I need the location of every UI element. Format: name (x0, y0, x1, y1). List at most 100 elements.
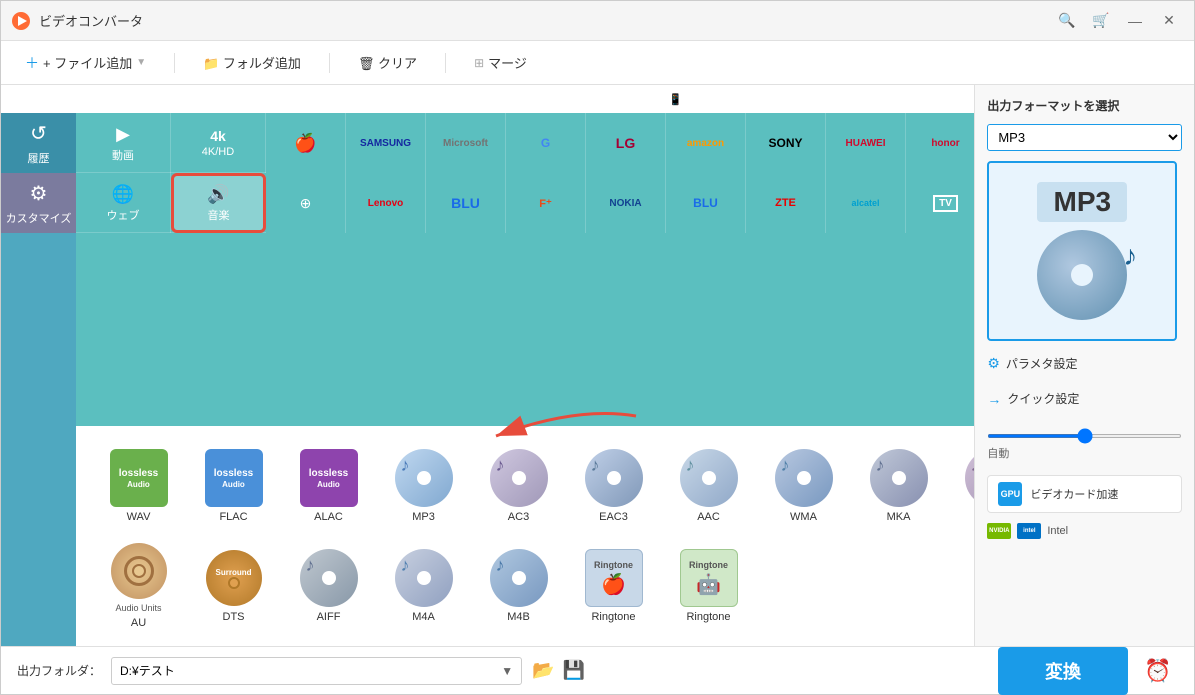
brand-microsoft[interactable]: Microsoft (426, 113, 506, 173)
device-tab-label: デバイスを選択する (686, 91, 794, 108)
params-btn[interactable]: ⚙ パラメタ設定 (987, 351, 1182, 376)
mka-label: MKA (887, 511, 911, 523)
path-dropdown-arrow[interactable]: ▼ (501, 664, 513, 678)
cat-4k[interactable]: 4k 4K/HD (171, 113, 266, 173)
microsoft-logo: Microsoft (443, 138, 488, 149)
format-flac[interactable]: lossless Audio FLAC (186, 436, 281, 536)
device-tab-select[interactable]: 📱 デバイスを選択する (488, 85, 974, 113)
format-wma[interactable]: ♪ WMA (756, 436, 851, 536)
alac-icon: lossless Audio (300, 449, 358, 507)
aiff-icon: ♪ (300, 549, 358, 607)
brand-blu2[interactable]: BLU (666, 173, 746, 233)
clear-label: 🗑 クリア (358, 53, 417, 72)
brand-samsung[interactable]: SAMSUNG (346, 113, 426, 173)
brand-apple[interactable]: 🍎 (266, 113, 346, 173)
output-path-input[interactable] (120, 664, 501, 678)
flac-label: FLAC (219, 511, 247, 523)
aiff-label: AIFF (317, 611, 341, 623)
quick-btn[interactable]: → クイック設定 (987, 386, 1182, 411)
brand-lenovo[interactable]: Lenovo (346, 173, 426, 233)
mp3-preview: MP3 ♪ (1037, 182, 1127, 320)
format-categories: ▶ 動画 4k 4K/HD 🍎 SAMSUNG Micr (76, 113, 974, 426)
brand-lg[interactable]: LG (586, 113, 666, 173)
cat-music[interactable]: 🔊 音楽 (171, 173, 266, 233)
ogg-icon: ♪ (965, 449, 975, 507)
search-button[interactable]: 🔍 (1052, 9, 1082, 33)
convert-button[interactable]: 変換 (998, 647, 1128, 695)
gpu-label: ビデオカード加速 (1030, 486, 1118, 502)
google-logo: G (541, 136, 550, 150)
minimize-button[interactable]: — (1120, 9, 1150, 33)
video-icon: ▶ (116, 124, 130, 145)
cat-video[interactable]: ▶ 動画 (76, 113, 171, 173)
folder-open-icon[interactable]: 📂 (532, 660, 554, 681)
tv-logo: TV (933, 195, 958, 212)
nvidia-icon: NVIDIA (987, 523, 1011, 539)
brand-zte[interactable]: ZTE (746, 173, 826, 233)
brand-alcatel[interactable]: alcatel (826, 173, 906, 233)
format-au[interactable]: Audio Units AU (91, 536, 186, 636)
brand-fplus[interactable]: F⁺ (506, 173, 586, 233)
format-aiff[interactable]: ♪ AIFF (281, 536, 376, 636)
quality-slider[interactable] (987, 434, 1182, 438)
nav-history[interactable]: ↺ 履歴 (1, 113, 76, 173)
cart-button[interactable]: 🛒 (1086, 9, 1116, 33)
brand-huawei[interactable]: HUAWEI (826, 113, 906, 173)
quick-icon: → (987, 391, 1001, 407)
brand-amazon[interactable]: amazon (666, 113, 746, 173)
format-selector[interactable]: MP3 AAC FLAC WAV M4A (987, 124, 1182, 151)
format-eac3[interactable]: ♪ EAC3 (566, 436, 661, 536)
clear-button[interactable]: 🗑 クリア (350, 49, 425, 76)
format-tab-select[interactable]: ⊞ 形式を選択する (1, 85, 488, 113)
nav-customize[interactable]: ⚙ カスタマイズ (1, 173, 76, 233)
brand-sony[interactable]: SONY (746, 113, 826, 173)
merge-label: マージ (488, 53, 527, 72)
huawei-logo: HUAWEI (846, 138, 886, 149)
right-panel-title: 出力フォーマットを選択 (987, 97, 1182, 114)
m4b-icon: ♪ (490, 549, 548, 607)
aac-label: AAC (697, 511, 720, 523)
format-m4a[interactable]: ♪ M4A (376, 536, 471, 636)
brand-nokia[interactable]: NOKIA (586, 173, 666, 233)
format-ringtone-android[interactable]: Ringtone 🤖 Ringtone (661, 536, 756, 636)
left-panel: ⊞ 形式を選択する 📱 デバイスを選択する ↺ 履歴 ⚙ (1, 85, 974, 646)
format-m4b[interactable]: ♪ M4B (471, 536, 566, 636)
merge-button[interactable]: ⊞ マージ (466, 49, 535, 76)
format-ac3[interactable]: ♪ AC3 (471, 436, 566, 536)
format-ringtone-ios[interactable]: Ringtone 🍎 Ringtone (566, 536, 661, 636)
mp3-disc (1037, 230, 1127, 320)
brand-blu[interactable]: BLU (426, 173, 506, 233)
format-aac[interactable]: ♪ AAC (661, 436, 756, 536)
format-dropdown[interactable]: MP3 AAC FLAC WAV M4A (988, 125, 1181, 150)
folder-save-icon[interactable]: 💾 (563, 660, 585, 681)
alac-label: ALAC (314, 511, 343, 523)
intel-icon: intel (1017, 523, 1041, 539)
amazon-logo: amazon (687, 138, 724, 149)
format-wav[interactable]: lossless Audio WAV (91, 436, 186, 536)
format-mp3[interactable]: ♪ MP3 (376, 436, 471, 536)
mp3-note-icon: ♪ (1123, 240, 1137, 272)
mp3-icon: ♪ (395, 449, 453, 507)
gpu-acceleration-btn[interactable]: GPU ビデオカード加速 (987, 475, 1182, 513)
format-dts[interactable]: Surround DTS (186, 536, 281, 636)
title-bar: ビデオコンバータ 🔍 🛒 — ✕ (1, 1, 1194, 41)
format-mka[interactable]: ♪ MKA (851, 436, 946, 536)
close-button[interactable]: ✕ (1154, 9, 1184, 33)
moto-logo: ⊕ (300, 195, 312, 212)
dropdown-arrow[interactable]: ▼ (136, 57, 146, 68)
brand-honor[interactable]: honor (906, 113, 974, 173)
format-alac[interactable]: lossless Audio ALAC (281, 436, 376, 536)
format-ogg[interactable]: ♪ OGG (946, 436, 974, 536)
alarm-button[interactable]: ⏰ (1138, 651, 1178, 691)
brand-moto[interactable]: ⊕ (266, 173, 346, 233)
cat-web[interactable]: 🌐 ウェブ (76, 173, 171, 233)
brand-google[interactable]: G (506, 113, 586, 173)
music-label: 音楽 (208, 207, 230, 223)
add-file-button[interactable]: ＋ + ファイル追加 ▼ (17, 49, 154, 77)
brand-tv[interactable]: TV (906, 173, 974, 233)
add-folder-button[interactable]: 📁 フォルダ追加 (195, 49, 309, 76)
output-path-field[interactable]: ▼ (111, 657, 522, 685)
path-icons: 📂 💾 (532, 660, 585, 681)
wav-icon: lossless Audio (110, 449, 168, 507)
format-row-1: lossless Audio WAV (91, 436, 974, 536)
